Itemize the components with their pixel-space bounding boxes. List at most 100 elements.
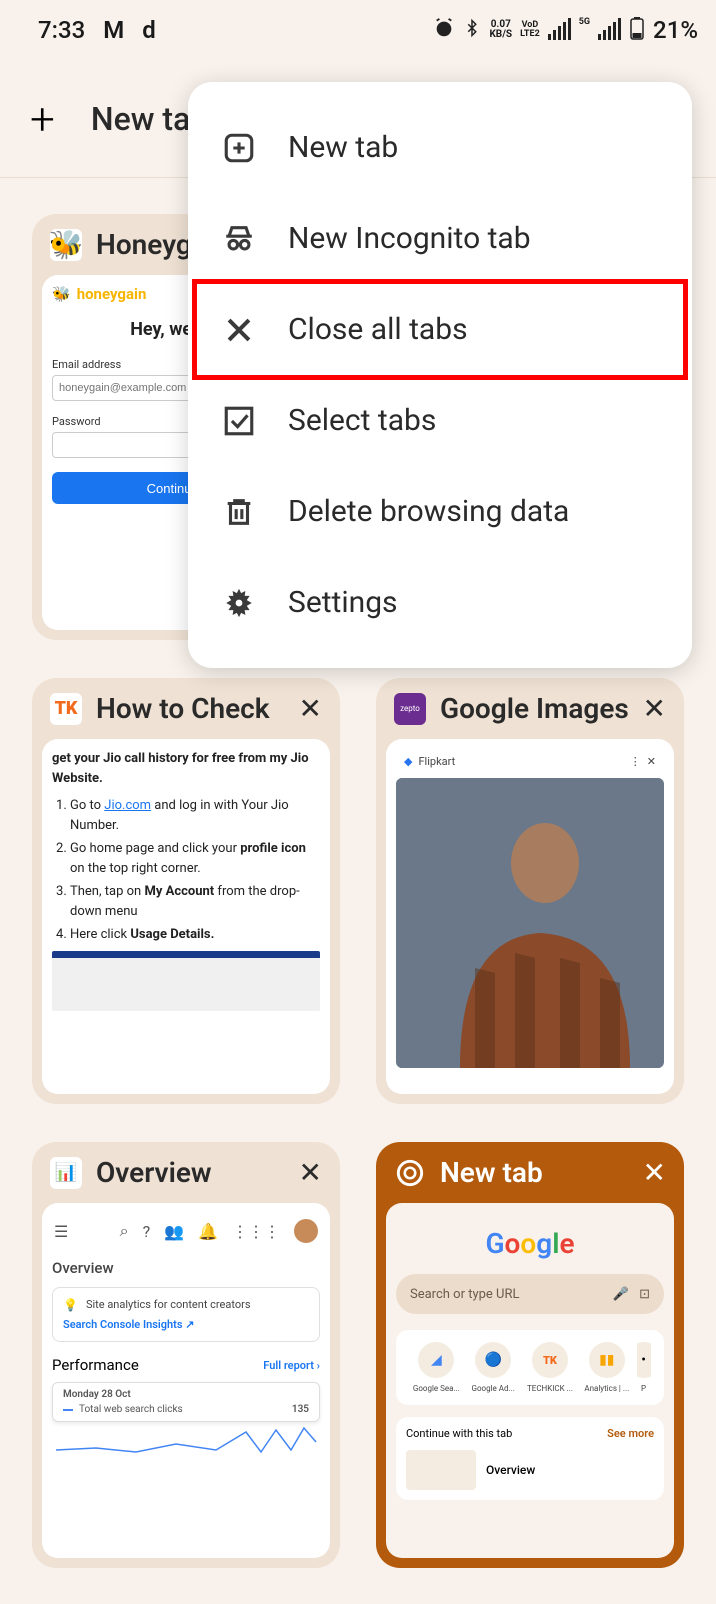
close-icon[interactable]: ✕ — [299, 692, 322, 725]
close-icon[interactable]: ✕ — [643, 692, 666, 725]
flipkart-icon: ◆ — [404, 755, 412, 768]
tab-title: New tab — [440, 1156, 629, 1189]
new-tab-button[interactable]: + — [30, 93, 55, 145]
avatar[interactable] — [294, 1219, 318, 1243]
list-item: Go home page and click your profile icon… — [70, 839, 320, 878]
zepto-icon: zepto — [394, 693, 426, 725]
status-time: 7:33 — [38, 16, 85, 44]
signal-icon-2 — [598, 20, 621, 40]
insights-text: Site analytics for content creators — [86, 1298, 251, 1311]
chrome-icon — [394, 1157, 426, 1189]
status-bar: 7:33 M d 0.07KB/S VoDLTE2 5G 21% — [0, 0, 716, 60]
tab-title: Overview — [96, 1156, 285, 1189]
shortcut-icon: ▮▮ — [589, 1342, 625, 1378]
signal-icon-1 — [548, 20, 571, 40]
people-icon[interactable]: 👥 — [164, 1222, 184, 1241]
continue-title: Continue with this tab — [406, 1427, 512, 1440]
product-image — [396, 778, 664, 1068]
gear-icon — [222, 586, 256, 620]
list-item: Then, tap on My Account from the drop-do… — [70, 882, 320, 921]
full-report-link[interactable]: Full report › — [263, 1359, 320, 1372]
mic-icon[interactable]: 🎤 — [613, 1287, 629, 1302]
menu-new-incognito[interactable]: New Incognito tab — [188, 193, 692, 284]
chart-tooltip: Monday 28 Oct Total web search clicks 13… — [52, 1382, 320, 1422]
close-icon[interactable]: ✕ — [643, 1156, 666, 1189]
tab-preview: ☰ ⌕ ? 👥 🔔 ⋮⋮⋮ Overview 💡 Site analytics … — [42, 1203, 330, 1558]
shortcut-item[interactable]: TKTECHKICK ... — [523, 1342, 577, 1393]
shortcuts-row: ◢Google Sea... 🔵Google Ad... TKTECHKICK … — [396, 1330, 664, 1405]
google-logo: Google — [396, 1227, 664, 1260]
tab-title: Google Images — [440, 692, 629, 725]
menu-label: Close all tabs — [288, 312, 468, 347]
more-icon[interactable]: ⋮ — [630, 755, 641, 768]
shortcut-item[interactable]: 🔵Google Ad... — [466, 1342, 520, 1393]
gmail-icon: M — [103, 16, 124, 44]
shortcut-item[interactable]: ◢Google Sea... — [409, 1342, 463, 1393]
performance-card[interactable]: Performance Full report › Monday 28 Oct … — [52, 1352, 320, 1465]
toolbar: ☰ ⌕ ? 👥 🔔 ⋮⋮⋮ — [52, 1213, 320, 1249]
tab-card-new-tab[interactable]: New tab ✕ Google Search or type URL 🎤 ⊡ … — [376, 1142, 684, 1568]
techkick-icon: TK — [50, 693, 82, 725]
bell-icon[interactable]: 🔔 — [198, 1222, 218, 1241]
shortcut-icon: TK — [532, 1342, 568, 1378]
menu-icon[interactable]: ☰ — [54, 1222, 68, 1241]
tab-card-howto[interactable]: TK How to Check ✕ get your Jio call hist… — [32, 678, 340, 1104]
jio-link[interactable]: Jio.com — [104, 798, 151, 813]
article-intro: get your Jio call history for free from … — [52, 749, 320, 788]
continue-tab-title: Overview — [486, 1463, 535, 1477]
battery-percent: 21% — [653, 16, 698, 44]
plus-square-icon — [222, 131, 256, 165]
lens-icon[interactable]: ⊡ — [639, 1287, 650, 1302]
list-item: Here click Usage Details. — [70, 925, 320, 945]
menu-label: Select tabs — [288, 403, 436, 438]
incognito-icon — [222, 222, 256, 256]
menu-label: New Incognito tab — [288, 221, 531, 256]
search-icon[interactable]: ⌕ — [120, 1221, 129, 1241]
continue-card: Continue with this tab See more Overview — [396, 1417, 664, 1500]
bee-icon: 🐝 — [50, 229, 82, 261]
continue-thumbnail — [406, 1450, 476, 1490]
shortcut-icon: 🔵 — [475, 1342, 511, 1378]
close-image-icon[interactable]: ✕ — [647, 755, 656, 768]
insights-link[interactable]: Search Console Insights ↗ — [63, 1318, 309, 1331]
alarm-icon — [433, 17, 455, 44]
insights-card[interactable]: 💡 Site analytics for content creators Se… — [52, 1287, 320, 1342]
screenshot-thumbnail — [52, 951, 320, 1011]
search-input[interactable]: Search or type URL 🎤 ⊡ — [396, 1274, 664, 1314]
shortcut-item[interactable]: •P — [637, 1342, 651, 1393]
network-speed: 0.07KB/S — [489, 20, 512, 40]
shortcut-item[interactable]: ▮▮Analytics | ... — [580, 1342, 634, 1393]
shortcut-icon: • — [637, 1342, 651, 1378]
checkbox-icon — [222, 404, 256, 438]
menu-label: New tab — [288, 130, 398, 165]
overview-heading: Overview — [52, 1259, 320, 1277]
app-icon-d: d — [142, 16, 156, 44]
menu-delete-browsing-data[interactable]: Delete browsing data — [188, 466, 692, 557]
flipkart-label: Flipkart — [418, 755, 623, 768]
help-icon[interactable]: ? — [143, 1222, 151, 1241]
tab-preview: Google Search or type URL 🎤 ⊡ ◢Google Se… — [386, 1203, 674, 1558]
menu-new-tab[interactable]: New tab — [188, 102, 692, 193]
overflow-menu: New tab New Incognito tab Close all tabs… — [188, 82, 692, 668]
see-more-link[interactable]: See more — [607, 1427, 654, 1440]
close-icon[interactable]: ✕ — [299, 1156, 322, 1189]
search-console-icon: 📊 — [50, 1157, 82, 1189]
tab-preview: get your Jio call history for free from … — [42, 739, 330, 1094]
lightbulb-icon: 💡 — [63, 1298, 78, 1312]
menu-settings[interactable]: Settings — [188, 557, 692, 648]
menu-select-tabs[interactable]: Select tabs — [188, 375, 692, 466]
tab-card-google-images[interactable]: zepto Google Images ✕ ◆ Flipkart ⋮ ✕ — [376, 678, 684, 1104]
menu-label: Delete browsing data — [288, 494, 569, 529]
close-icon — [222, 313, 256, 347]
sparkline-chart — [52, 1422, 320, 1458]
tab-title: How to Check — [96, 692, 285, 725]
list-item: Go to Jio.com and log in with Your Jio N… — [70, 796, 320, 835]
menu-label: Settings — [288, 585, 398, 620]
tab-card-overview[interactable]: 📊 Overview ✕ ☰ ⌕ ? 👥 🔔 ⋮⋮⋮ Overview 💡 Si… — [32, 1142, 340, 1568]
menu-close-all-tabs[interactable]: Close all tabs — [192, 279, 688, 380]
network-type-1: VoDLTE2 — [520, 21, 540, 39]
trash-icon — [222, 495, 256, 529]
apps-icon[interactable]: ⋮⋮⋮ — [232, 1222, 280, 1241]
performance-heading: Performance — [52, 1356, 139, 1374]
bluetooth-icon — [463, 17, 481, 44]
